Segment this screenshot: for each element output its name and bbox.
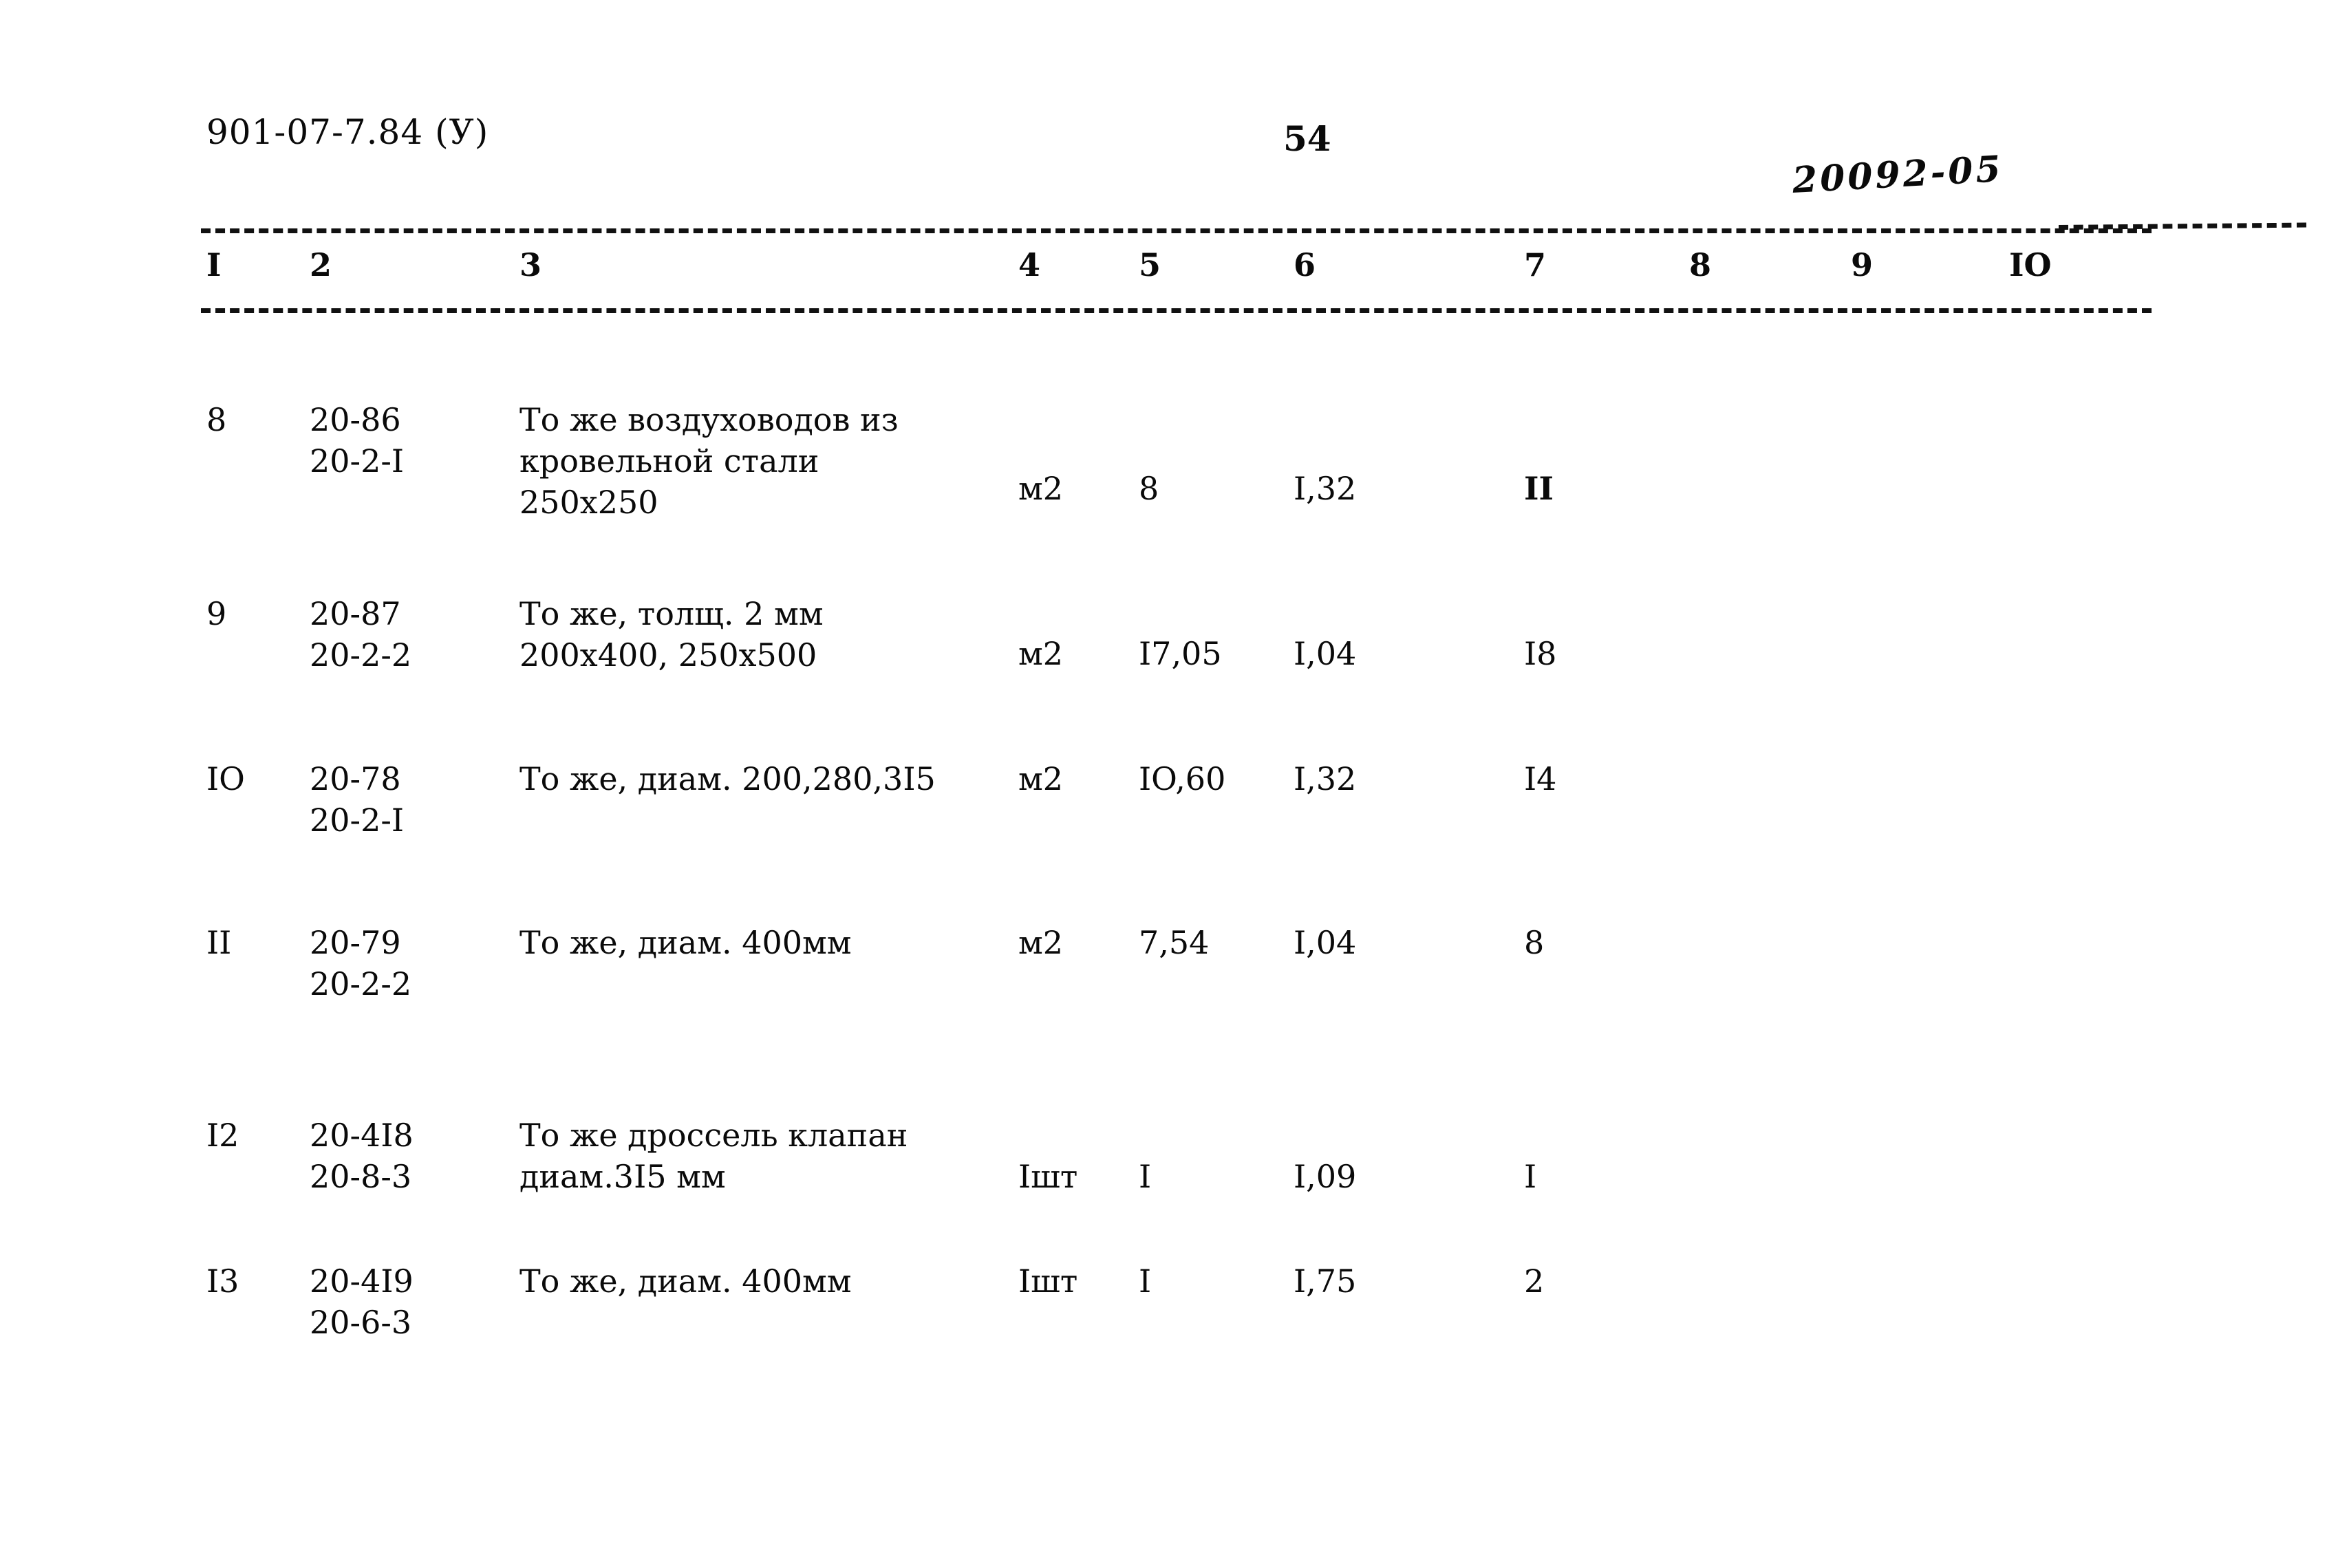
row-quantity: I <box>1139 1158 1152 1195</box>
row-description: То же, диам. 400мм <box>519 1263 852 1300</box>
row-total: II <box>1524 470 1554 507</box>
table-rule-top <box>201 228 2152 233</box>
row-quantity: I7,05 <box>1139 635 1222 672</box>
row-quantity: 7,54 <box>1139 924 1210 961</box>
row-total: I <box>1524 1158 1537 1195</box>
row-number: I2 <box>206 1117 239 1154</box>
row-total: I8 <box>1524 635 1557 672</box>
column-header-8: 8 <box>1689 246 1712 283</box>
row-code: 20-87 20-2-2 <box>310 595 412 674</box>
row-description: То же дроссель клапан диам.3I5 мм <box>519 1117 908 1195</box>
row-coefficient: I,04 <box>1294 635 1357 672</box>
table-rule-bottom <box>201 308 2152 313</box>
row-coefficient: I,32 <box>1294 470 1357 507</box>
row-code: 20-78 20-2-I <box>310 760 405 839</box>
row-unit: Iшт <box>1018 1263 1078 1300</box>
column-header-7: 7 <box>1524 246 1547 283</box>
row-coefficient: I,09 <box>1294 1158 1357 1195</box>
column-header-3: 3 <box>519 246 542 283</box>
column-header-4: 4 <box>1018 246 1041 283</box>
row-code: 20-4I9 20-6-3 <box>310 1263 414 1341</box>
scanned-document-page: 901-07-7.84 (У) 54 20092-05 I 2 3 4 5 6 7 8 9 IO … <box>0 0 2349 1568</box>
row-total: I4 <box>1524 760 1557 797</box>
row-total: 8 <box>1524 924 1545 961</box>
row-coefficient: I,04 <box>1294 924 1357 961</box>
row-number: IO <box>206 760 245 797</box>
column-header-1: I <box>206 246 222 283</box>
row-description: То же, толщ. 2 мм 200х400, 250х500 <box>519 595 824 674</box>
row-unit: Iшт <box>1018 1158 1078 1195</box>
row-quantity: I <box>1139 1263 1152 1300</box>
row-unit: м2 <box>1018 924 1064 961</box>
row-coefficient: I,75 <box>1294 1263 1357 1300</box>
row-code: 20-4I8 20-8-3 <box>310 1117 414 1195</box>
column-header-5: 5 <box>1139 246 1161 283</box>
row-coefficient: I,32 <box>1294 760 1357 797</box>
row-number: II <box>206 924 232 961</box>
row-total: 2 <box>1524 1263 1545 1300</box>
row-unit: м2 <box>1018 760 1064 797</box>
column-header-9: 9 <box>1851 246 1874 283</box>
row-code: 20-79 20-2-2 <box>310 924 412 1002</box>
page-number: 54 <box>1283 118 1331 159</box>
row-quantity: 8 <box>1139 470 1159 507</box>
row-number: I3 <box>206 1263 239 1300</box>
column-header-10: IO <box>2009 246 2052 283</box>
handwritten-annotation: 20092-05 <box>1791 147 2005 202</box>
row-number: 8 <box>206 401 227 438</box>
row-unit: м2 <box>1018 635 1064 672</box>
row-number: 9 <box>206 595 227 632</box>
row-quantity: IO,60 <box>1139 760 1226 797</box>
row-code: 20-86 20-2-I <box>310 401 405 480</box>
row-unit: м2 <box>1018 470 1064 507</box>
document-code: 901-07-7.84 (У) <box>206 112 489 152</box>
row-description: То же, диам. 200,280,3I5 <box>519 760 936 797</box>
column-header-2: 2 <box>310 246 332 283</box>
column-header-6: 6 <box>1294 246 1316 283</box>
row-description: То же, диам. 400мм <box>519 924 852 961</box>
row-description: То же воздуховодов из кровельной стали 2… <box>519 401 899 521</box>
